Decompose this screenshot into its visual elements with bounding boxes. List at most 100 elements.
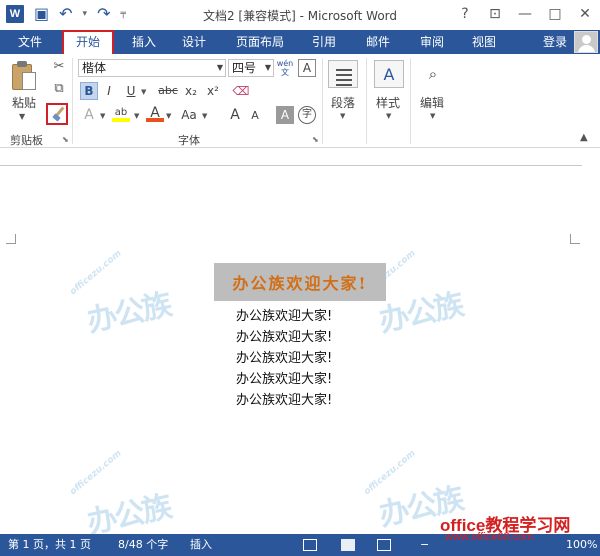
character-shading-button[interactable]: A: [276, 106, 294, 124]
sign-in-link[interactable]: 登录: [543, 30, 567, 54]
binoculars-icon[interactable]: ⌕: [418, 60, 448, 88]
grow-font-button[interactable]: A: [226, 106, 244, 124]
document-area[interactable]: officezu.com 办公族 officezu.com 办公族 office…: [0, 148, 600, 541]
word-count[interactable]: 8/48 个字: [118, 534, 168, 556]
font-size-value: 四号: [232, 61, 257, 75]
document-heading[interactable]: 办公族欢迎大家!: [214, 263, 386, 301]
paste-dropdown-icon[interactable]: ▼: [19, 112, 25, 121]
clear-formatting-icon[interactable]: ⌫: [232, 82, 250, 100]
text-effects-button[interactable]: A: [80, 106, 98, 124]
highlight-button[interactable]: ab: [112, 104, 130, 122]
chevron-down-icon: ▼: [216, 63, 223, 72]
highlight-dropdown-icon[interactable]: ▼: [134, 112, 139, 120]
format-painter-icon[interactable]: [46, 103, 68, 125]
undo-icon[interactable]: ↶: [59, 5, 72, 23]
read-mode-icon[interactable]: [303, 539, 317, 551]
paragraph-icon[interactable]: [328, 60, 358, 88]
font-color-button[interactable]: A: [146, 104, 164, 122]
clipboard-group-label: 剪贴板: [10, 134, 43, 147]
strikethrough-button[interactable]: abc: [156, 82, 180, 100]
styles-icon[interactable]: A: [374, 60, 404, 88]
tab-home[interactable]: 开始: [62, 30, 114, 54]
font-color-dropdown-icon[interactable]: ▼: [166, 112, 171, 120]
collapse-ribbon-icon[interactable]: ▲: [580, 132, 588, 143]
insert-mode[interactable]: 插入: [190, 534, 212, 556]
underline-button[interactable]: U: [122, 82, 140, 100]
font-name-value: 楷体: [82, 61, 107, 75]
minimize-button[interactable]: —: [510, 0, 540, 28]
paste-icon[interactable]: [12, 60, 38, 92]
web-layout-icon[interactable]: [377, 539, 391, 551]
phonetic-guide-label: wén: [276, 59, 294, 68]
document-line[interactable]: 办公族欢迎大家!: [236, 326, 376, 345]
word-logo-icon[interactable]: W: [6, 5, 24, 23]
paragraph-dropdown-icon[interactable]: ▼: [340, 112, 345, 120]
quick-access-toolbar: W ▣ ↶ ▾ ↷ ╤: [6, 5, 126, 23]
clipboard-launcher-icon[interactable]: ⬊: [62, 135, 69, 144]
page-edge: [0, 165, 582, 166]
ribbon-home: 粘贴 ▼ ✂ ⧉ 剪贴板 ⬊ 楷体 ▼ 四号 ▼ wén 文 A B I U ▼ …: [0, 54, 600, 148]
close-button[interactable]: ✕: [570, 0, 600, 28]
site-url: www.office68.com: [445, 531, 534, 543]
italic-button[interactable]: I: [100, 82, 118, 100]
editing-button-label[interactable]: 编辑: [420, 94, 444, 111]
tab-page-layout[interactable]: 页面布局: [228, 30, 292, 54]
styles-dropdown-icon[interactable]: ▼: [386, 112, 391, 120]
help-button[interactable]: ?: [450, 0, 480, 28]
phonetic-guide-button[interactable]: wén 文: [276, 59, 294, 77]
document-line[interactable]: 办公族欢迎大家!: [236, 368, 376, 387]
customize-qat-icon[interactable]: ╤: [120, 9, 125, 19]
divider: [366, 58, 367, 144]
avatar[interactable]: [574, 31, 598, 53]
window-controls: ? ⊡ — □ ✕: [450, 0, 600, 28]
restore-button[interactable]: □: [540, 0, 570, 28]
shrink-font-button[interactable]: A: [246, 107, 264, 125]
zoom-level[interactable]: 100%: [566, 534, 597, 556]
paste-button-label[interactable]: 粘贴: [12, 94, 36, 111]
text-effects-dropdown-icon[interactable]: ▼: [100, 112, 105, 120]
document-line[interactable]: 办公族欢迎大家!: [236, 347, 376, 366]
character-border-button[interactable]: A: [298, 59, 316, 77]
tab-view[interactable]: 视图: [464, 30, 504, 54]
print-layout-icon[interactable]: [341, 539, 355, 551]
underline-dropdown-icon[interactable]: ▼: [141, 88, 146, 96]
copy-icon[interactable]: ⧉: [50, 80, 68, 98]
font-size-select[interactable]: 四号 ▼: [228, 59, 274, 77]
subscript-button[interactable]: x₂: [182, 82, 200, 100]
divider: [410, 58, 411, 144]
bold-button[interactable]: B: [80, 82, 98, 100]
tab-review[interactable]: 审阅: [412, 30, 452, 54]
divider: [322, 58, 323, 144]
document-line[interactable]: 办公族欢迎大家!: [236, 305, 376, 324]
editing-dropdown-icon[interactable]: ▼: [430, 112, 435, 120]
redo-icon[interactable]: ↷: [97, 5, 110, 23]
styles-button-label[interactable]: 样式: [376, 94, 400, 111]
font-launcher-icon[interactable]: ⬊: [312, 135, 319, 144]
title-bar: W ▣ ↶ ▾ ↷ ╤ 文档2 [兼容模式] - Microsoft Word …: [0, 0, 600, 30]
zoom-out-icon[interactable]: −: [420, 534, 429, 556]
tab-design[interactable]: 设计: [174, 30, 214, 54]
change-case-dropdown-icon[interactable]: ▼: [202, 112, 207, 120]
cut-icon[interactable]: ✂: [50, 58, 68, 76]
tab-references[interactable]: 引用: [304, 30, 344, 54]
page-count[interactable]: 第 1 页，共 1 页: [8, 534, 91, 556]
tab-insert[interactable]: 插入: [124, 30, 164, 54]
superscript-button[interactable]: x²: [204, 82, 222, 100]
save-icon[interactable]: ▣: [34, 5, 49, 23]
change-case-button[interactable]: Aa: [180, 106, 198, 124]
chevron-down-icon: ▼: [264, 63, 271, 72]
watermark-url: officezu.com: [68, 448, 124, 498]
enclose-characters-button[interactable]: 字: [298, 106, 316, 124]
font-group-label: 字体: [178, 134, 200, 147]
ribbon-tabs: 文件 开始 插入 设计 页面布局 引用 邮件 审阅 视图 登录: [0, 30, 600, 54]
ribbon-display-options-button[interactable]: ⊡: [480, 0, 510, 28]
document-line[interactable]: 办公族欢迎大家!: [236, 389, 376, 408]
font-name-select[interactable]: 楷体 ▼: [78, 59, 226, 77]
tab-file[interactable]: 文件: [8, 30, 52, 54]
undo-dropdown-icon[interactable]: ▾: [83, 9, 88, 19]
tab-mailings[interactable]: 邮件: [358, 30, 398, 54]
margin-corner-mark: [6, 234, 16, 244]
watermark-logo: 办公族: [376, 287, 466, 340]
margin-corner-mark: [570, 234, 580, 244]
paragraph-button-label[interactable]: 段落: [331, 94, 355, 111]
